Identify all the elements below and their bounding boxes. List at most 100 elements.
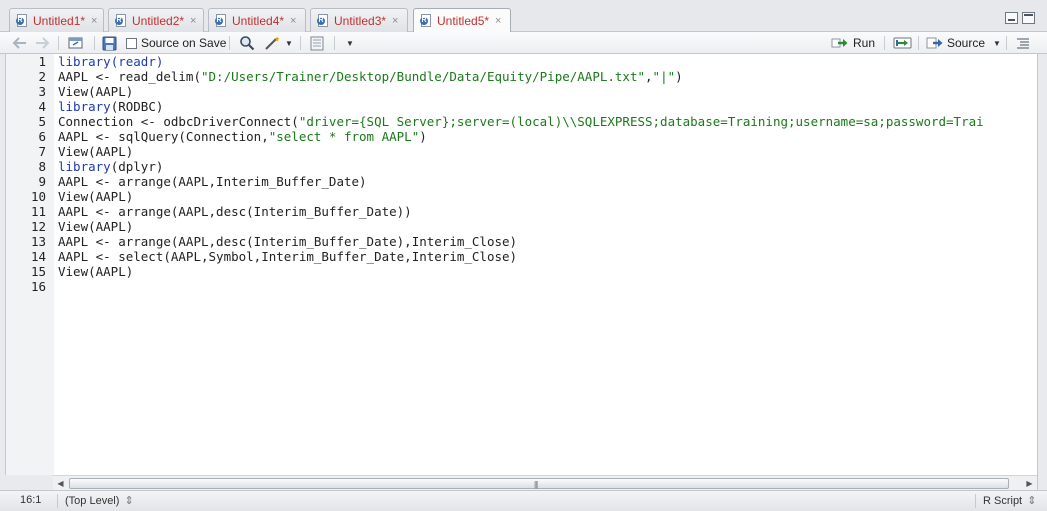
window-edge	[1037, 54, 1047, 490]
code-string: "|"	[652, 69, 676, 84]
r-file-icon: R	[215, 13, 228, 28]
cursor-position: 16:1	[20, 494, 42, 506]
show-in-window-icon[interactable]	[67, 35, 85, 51]
tab-untitled1[interactable]: R Untitled1* ×	[9, 8, 104, 32]
line-number-gutter: 1 2 3 4 5 6 7 8 9 10 11 12 13 14 15 16	[6, 54, 54, 475]
close-icon[interactable]: ×	[91, 15, 97, 27]
code-line[interactable]: AAPL <- arrange(AAPL,Interim_Buffer_Date…	[58, 174, 367, 189]
line-number: 2	[38, 69, 46, 84]
line-number: 16	[30, 279, 46, 294]
toolbar-separator	[918, 36, 919, 50]
chevron-down-icon[interactable]: ▼	[285, 39, 293, 48]
maximize-pane-button[interactable]	[1022, 12, 1035, 24]
tab-untitled2[interactable]: R Untitled2* ×	[108, 8, 204, 32]
code-line[interactable]: View(AAPL)	[58, 189, 133, 204]
close-icon[interactable]: ×	[392, 15, 398, 27]
source-button[interactable]: Source ▼	[926, 35, 1001, 51]
code-text: AAPL <- select(AAPL,Symbol,Interim_Buffe…	[58, 249, 518, 264]
line-number: 10	[30, 189, 46, 204]
code-line[interactable]: View(AAPL)	[58, 219, 133, 234]
editor-tab-bar: R Untitled1* × R Untitled2* × R Untitled…	[0, 0, 1047, 33]
forward-arrow-icon[interactable]	[34, 35, 50, 51]
code-line[interactable]: AAPL <- arrange(AAPL,desc(Interim_Buffer…	[58, 204, 412, 219]
code-string: "D:/Users/Trainer/Desktop/Bundle/Data/Eq…	[201, 69, 646, 84]
code-string: "driver={SQL Server};server=(local)\\SQL…	[298, 114, 984, 129]
code-line[interactable]: AAPL <- sqlQuery(Connection,"select * fr…	[58, 129, 427, 144]
r-file-icon: R	[115, 13, 128, 28]
code-line[interactable]: View(AAPL)	[58, 264, 133, 279]
run-label: Run	[853, 36, 876, 50]
minimize-pane-button[interactable]	[1005, 12, 1018, 24]
line-number: 1	[38, 54, 46, 69]
close-icon[interactable]: ×	[290, 15, 296, 27]
line-number: 6	[38, 129, 46, 144]
close-icon[interactable]: ×	[190, 15, 196, 27]
code-text: (dplyr)	[110, 159, 164, 174]
tab-untitled3[interactable]: R Untitled3* ×	[310, 8, 408, 32]
code-line[interactable]: AAPL <- arrange(AAPL,desc(Interim_Buffer…	[58, 234, 517, 249]
status-bar: 16:1 (Top Level) ⇕ R Script ⇕	[0, 490, 1047, 511]
tab-label: Untitled1*	[33, 13, 86, 28]
code-string: "select * from AAPL"	[268, 129, 420, 144]
code-editor[interactable]: 1 2 3 4 5 6 7 8 9 10 11 12 13 14 15 16 library(readr) AA…	[5, 54, 1037, 475]
code-text: AAPL <- arrange(AAPL,desc(Interim_Buffer…	[58, 204, 412, 219]
code-text: ,	[645, 69, 653, 84]
compile-report-icon[interactable]	[309, 35, 325, 51]
tab-label: Untitled2*	[132, 13, 185, 28]
source-on-save-checkbox[interactable]: Source on Save	[126, 35, 226, 51]
code-text: View(AAPL)	[58, 264, 134, 279]
scrollbar-thumb[interactable]: |||	[69, 478, 1009, 489]
chevron-down-icon[interactable]: ▼	[993, 39, 1001, 48]
scroll-right-icon[interactable]: ▶	[1022, 477, 1037, 490]
run-button[interactable]: Run	[831, 35, 875, 51]
toolbar-separator	[94, 36, 95, 50]
code-line[interactable]: AAPL <- read_delim("D:/Users/Trainer/Des…	[58, 69, 683, 84]
code-keyword: library	[58, 99, 111, 114]
line-number: 13	[30, 234, 46, 249]
code-keyword: library	[58, 159, 111, 174]
updown-arrows-icon: ⇕	[124, 495, 134, 507]
r-file-icon: R	[16, 13, 29, 28]
checkbox-box[interactable]	[126, 37, 137, 49]
code-line[interactable]: AAPL <- select(AAPL,Symbol,Interim_Buffe…	[58, 249, 517, 264]
code-line[interactable]: View(AAPL)	[58, 144, 133, 159]
horizontal-scrollbar[interactable]: ◀ ||| ▶	[53, 475, 1037, 490]
tab-untitled5[interactable]: R Untitled5* ×	[413, 8, 511, 33]
tab-label: Untitled4*	[232, 13, 285, 28]
status-separator	[975, 494, 976, 508]
code-line[interactable]: library(readr)	[58, 54, 163, 69]
grip-icon: |||	[534, 480, 538, 489]
code-text: View(AAPL)	[58, 219, 134, 234]
line-number: 12	[30, 219, 46, 234]
toolbar-separator	[334, 36, 335, 50]
code-text: AAPL <- read_delim(	[58, 69, 201, 84]
line-number: 7	[38, 144, 46, 159]
code-line[interactable]: View(AAPL)	[58, 84, 133, 99]
line-number: 3	[38, 84, 46, 99]
source-on-save-label: Source on Save	[141, 36, 227, 50]
source-label: Source	[947, 36, 986, 50]
toolbar-separator	[1006, 36, 1007, 50]
document-outline-icon[interactable]	[1015, 35, 1031, 51]
code-line[interactable]: library(dplyr)	[58, 159, 163, 174]
line-number: 4	[38, 99, 46, 114]
code-line[interactable]: library(RODBC)	[58, 99, 163, 114]
code-text: (RODBC)	[110, 99, 164, 114]
close-icon[interactable]: ×	[495, 15, 501, 27]
rerun-icon[interactable]	[893, 35, 913, 51]
r-file-icon: R	[420, 14, 433, 28]
toolbar-separator	[229, 36, 230, 50]
file-type-selector[interactable]: R Script ⇕	[983, 494, 1036, 507]
chevron-down-icon[interactable]: ▼	[346, 35, 354, 51]
toolbar-separator	[300, 36, 301, 50]
scroll-left-icon[interactable]: ◀	[53, 477, 68, 490]
back-arrow-icon[interactable]	[12, 35, 28, 51]
code-line[interactable]: Connection <- odbcDriverConnect("driver=…	[58, 114, 984, 129]
save-icon[interactable]	[102, 35, 117, 51]
code-text: )	[675, 69, 683, 84]
tab-untitled4[interactable]: R Untitled4* ×	[208, 8, 306, 32]
code-tools-wand-icon[interactable]: ▼	[264, 35, 293, 51]
code-area[interactable]: library(readr) AAPL <- read_delim("D:/Use…	[58, 54, 1037, 475]
scope-selector[interactable]: (Top Level) ⇕	[65, 494, 134, 507]
search-icon[interactable]	[239, 35, 255, 51]
